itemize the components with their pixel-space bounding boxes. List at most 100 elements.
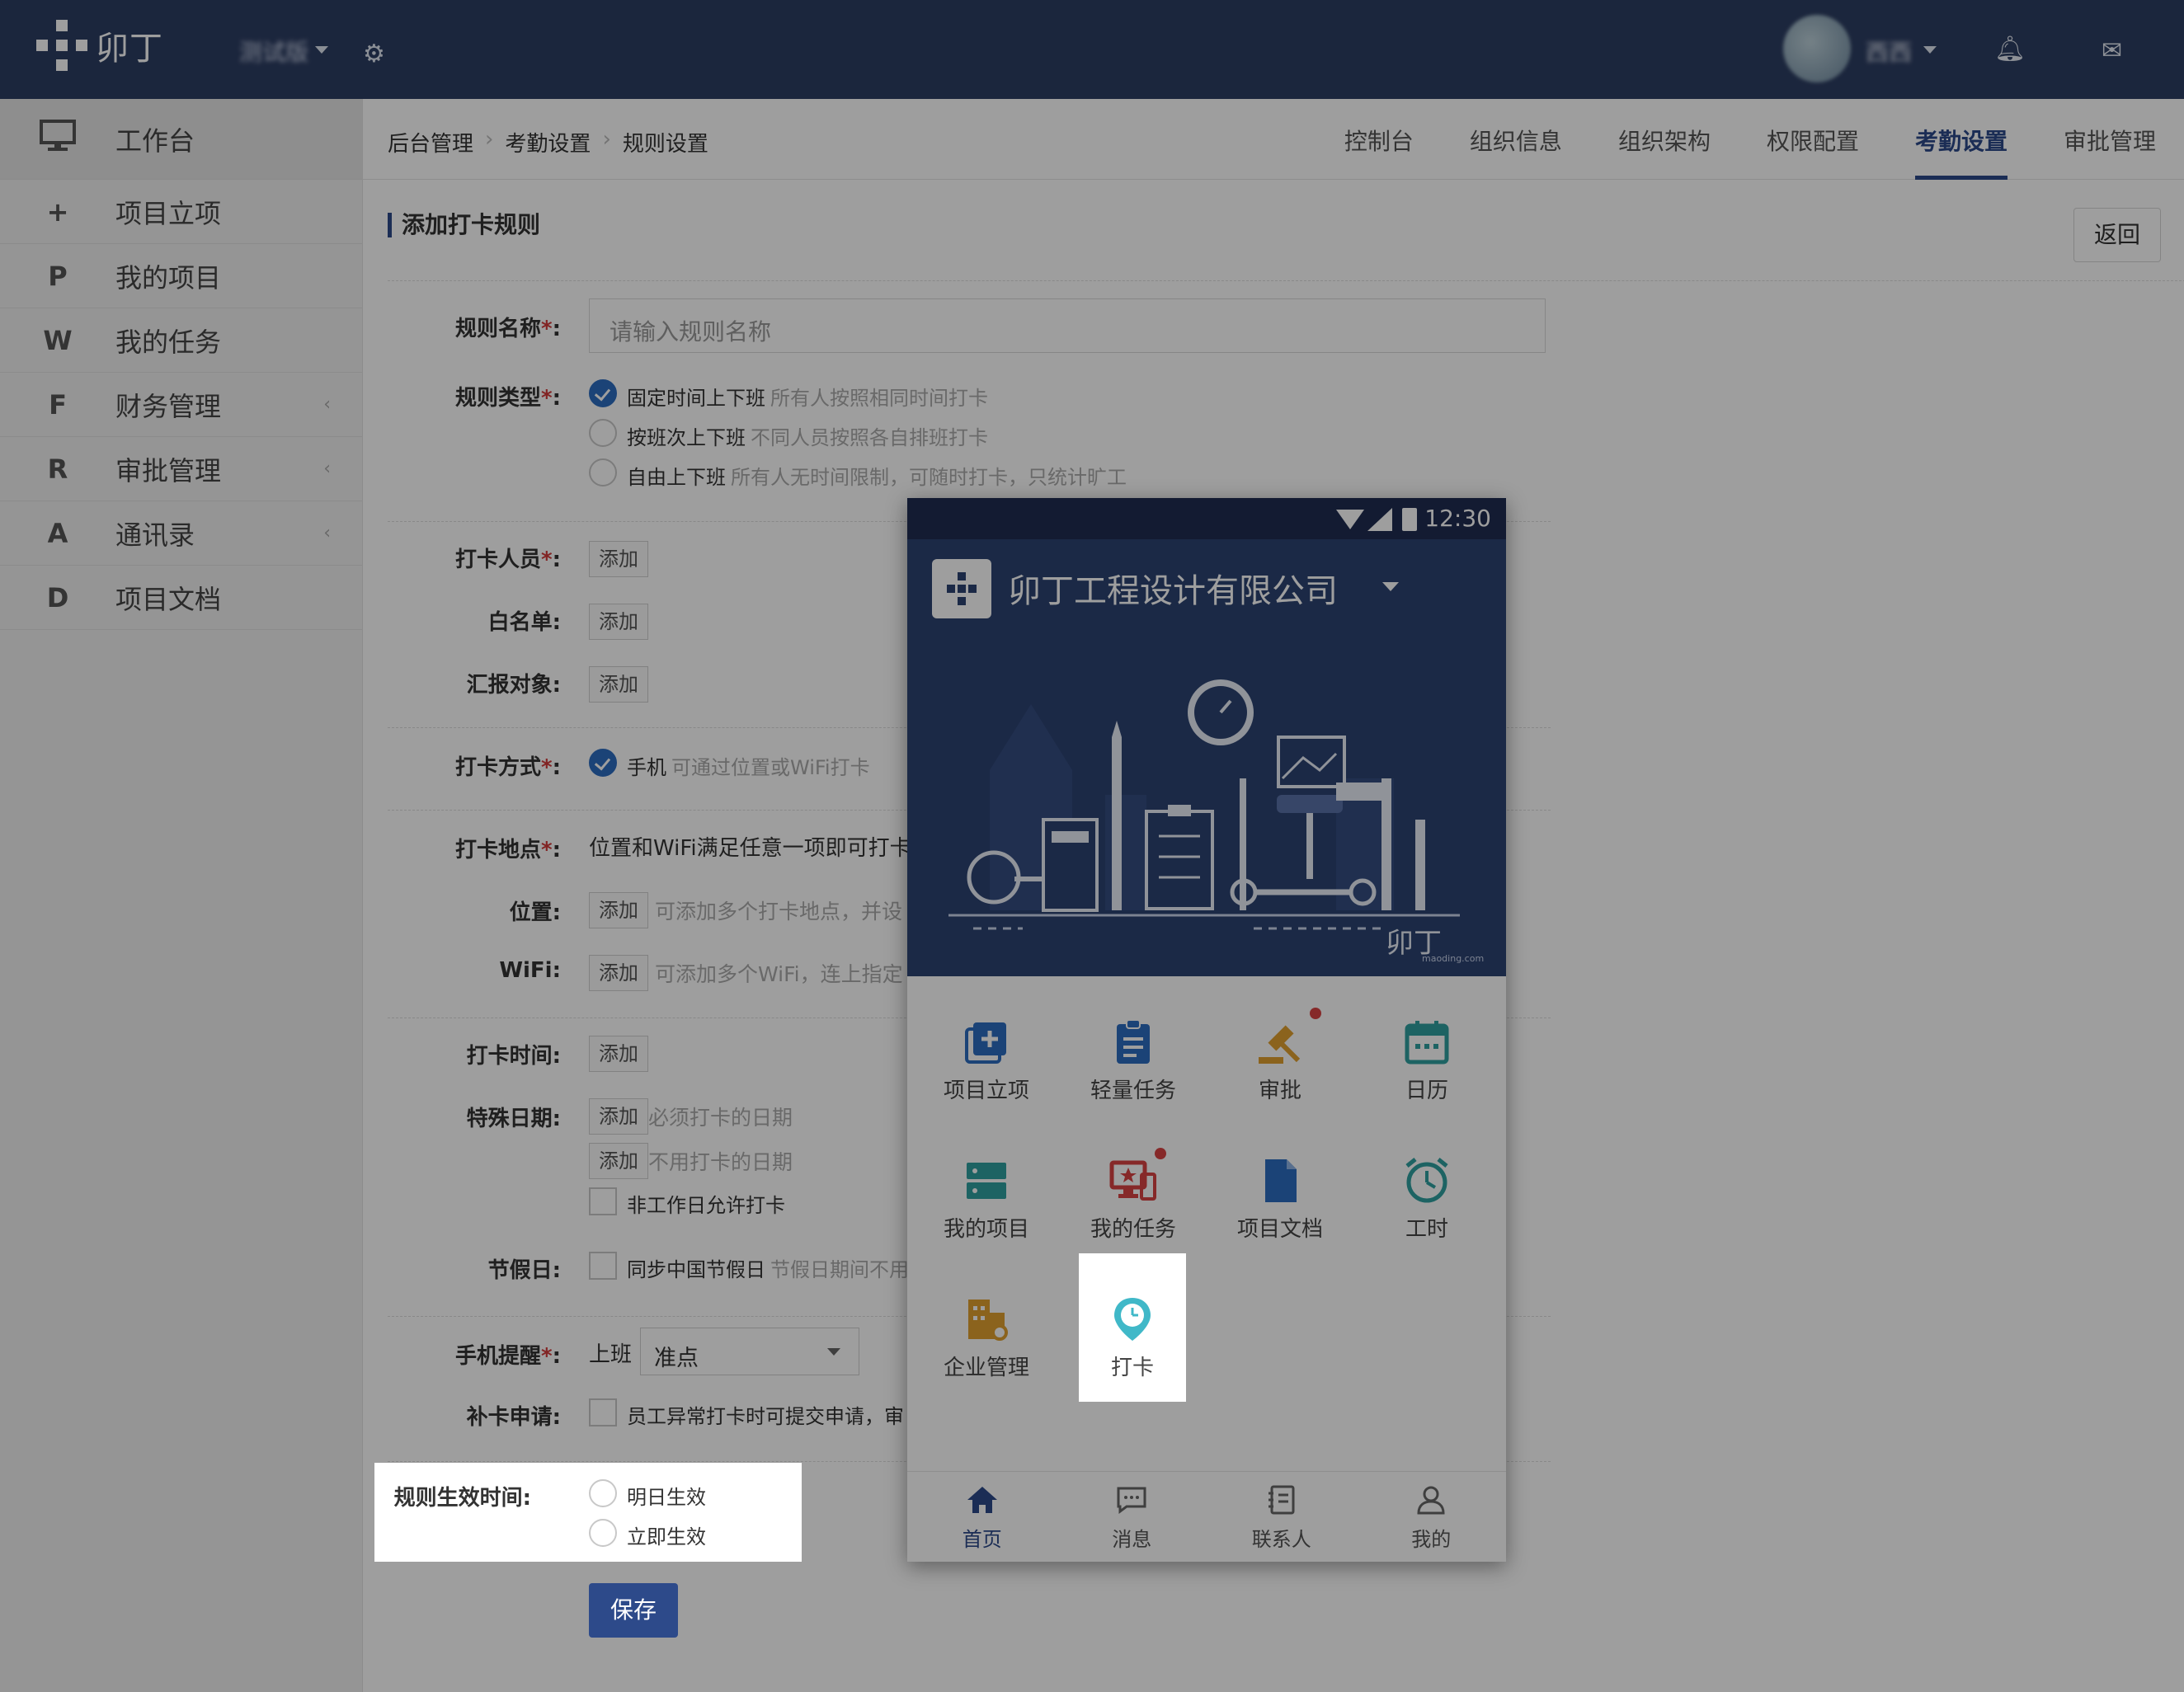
avatar[interactable] — [1783, 15, 1851, 82]
sidebar-item-my-projects[interactable]: P 我的项目 — [0, 244, 362, 308]
status-time: 12:30 — [1424, 505, 1491, 532]
app-grid: 项目立项 轻量任务 审批 日历 我的项目 我的任务 项目文档 工时 企业管理 打… — [907, 976, 1506, 1471]
rule-type-free-radio[interactable] — [589, 458, 617, 486]
sidebar-item-label: 项目文档 — [115, 583, 222, 615]
alarm-icon — [1402, 1156, 1452, 1206]
tab-console[interactable]: 控制台 — [1316, 99, 1442, 180]
app-light-task[interactable]: 轻量任务 — [1059, 976, 1207, 1108]
nav-home[interactable]: 首页 — [907, 1472, 1057, 1562]
app-enterprise[interactable]: 企业管理 — [912, 1253, 1061, 1385]
tab-org-info[interactable]: 组织信息 — [1442, 99, 1590, 180]
nav-profile[interactable]: 我的 — [1357, 1472, 1507, 1562]
save-button[interactable]: 保存 — [589, 1583, 678, 1638]
letter-w-icon: W — [43, 324, 73, 356]
effective-time-highlight: 规则生效时间: 明日生效 立即生效 — [374, 1463, 802, 1562]
tab-org-structure[interactable]: 组织架构 — [1590, 99, 1739, 180]
clock-time-label: 打卡时间: — [466, 1044, 561, 1069]
sidebar-item-documents[interactable]: D 项目文档 — [0, 566, 362, 630]
nav-label: 首页 — [962, 1528, 1002, 1551]
tab-attendance[interactable]: 考勤设置 — [1887, 99, 2036, 180]
rule-type-fixed-radio[interactable] — [589, 379, 617, 407]
sidebar-item-label: 我的项目 — [115, 261, 222, 294]
makeup-checkbox[interactable] — [589, 1398, 617, 1426]
bell-icon[interactable]: 🔔︎ — [1994, 35, 2026, 63]
company-name[interactable]: 卯丁工程设计有限公司 — [1008, 564, 1338, 612]
sidebar-item-label: 我的任务 — [115, 326, 222, 358]
app-label: 项目文档 — [1236, 1217, 1323, 1242]
rule-name-input[interactable]: 请输入规则名称 — [589, 298, 1546, 353]
org-dropdown-icon[interactable] — [315, 46, 328, 54]
gavel-icon — [1255, 1008, 1321, 1067]
mail-icon[interactable]: ✉ — [2102, 36, 2122, 65]
user-name[interactable]: 西西 — [1866, 35, 1912, 68]
company-dropdown-icon[interactable] — [1382, 582, 1399, 591]
breadcrumb-item[interactable]: 后台管理 — [388, 127, 473, 157]
effective-now-radio[interactable] — [589, 1519, 617, 1547]
holiday-sync-option: 同步中国节假日 节假日期间不用 — [627, 1258, 909, 1281]
sidebar-item-my-tasks[interactable]: W 我的任务 — [0, 308, 362, 373]
app-my-projects[interactable]: 我的项目 — [912, 1115, 1061, 1247]
breadcrumb-separator: › — [602, 127, 611, 152]
add-clock-people-button[interactable]: 添加 — [589, 541, 648, 577]
org-switcher[interactable]: 测试版 — [239, 35, 308, 68]
add-report-to-button[interactable]: 添加 — [589, 666, 648, 703]
rule-type-label: 规则类型*: — [454, 386, 561, 411]
clock-people-label: 打卡人员*: — [454, 548, 561, 572]
app-label: 打卡 — [1110, 1356, 1154, 1380]
breadcrumb-item[interactable]: 考勤设置 — [505, 127, 591, 157]
add-location-button[interactable]: 添加 — [589, 892, 648, 928]
user-dropdown-icon[interactable] — [1923, 46, 1937, 54]
letter-d-icon: D — [46, 581, 69, 613]
makeup-option: 员工异常打卡时可提交申请，审 — [627, 1405, 904, 1428]
add-wifi-button[interactable]: 添加 — [589, 955, 648, 991]
rule-type-free-option: 自由上下班 所有人无时间限制，可随时打卡，只统计旷工 — [627, 466, 1127, 489]
effective-tomorrow-radio[interactable] — [589, 1479, 617, 1507]
tab-permissions[interactable]: 权限配置 — [1739, 99, 1887, 180]
wifi-hint: 可添加多个WiFi，连上指定 — [655, 962, 903, 986]
makeup-label: 补卡申请: — [466, 1405, 561, 1430]
tab-approval[interactable]: 审批管理 — [2036, 99, 2184, 180]
add-exempt-date-button[interactable]: 添加 — [589, 1143, 648, 1179]
sidebar-item-project-setup[interactable]: + 项目立项 — [0, 180, 362, 244]
nav-contacts[interactable]: 联系人 — [1207, 1472, 1357, 1562]
add-whitelist-button[interactable]: 添加 — [589, 604, 648, 640]
app-project-setup[interactable]: 项目立项 — [912, 976, 1061, 1108]
calendar-icon — [1402, 1018, 1452, 1067]
home-icon — [907, 1483, 1057, 1523]
app-approval[interactable]: 审批 — [1206, 976, 1354, 1108]
clock-method-label: 打卡方式*: — [454, 755, 561, 780]
app-work-hours[interactable]: 工时 — [1353, 1115, 1501, 1247]
brand-name: 卯丁 — [96, 30, 163, 68]
app-project-docs[interactable]: 项目文档 — [1206, 1115, 1354, 1247]
phone-remind-label: 手机提醒*: — [454, 1344, 561, 1369]
clock-method-phone-check[interactable] — [589, 749, 617, 777]
app-label: 项目立项 — [943, 1079, 1029, 1103]
rule-type-shift-radio[interactable] — [589, 419, 617, 447]
plus-icon: + — [46, 195, 69, 228]
remind-prefix: 上班 — [589, 1342, 633, 1367]
sidebar-item-contacts[interactable]: A 通讯录 ‹ — [0, 501, 362, 566]
banner-site: maoding.com — [1422, 953, 1485, 964]
holiday-sync-checkbox[interactable] — [589, 1252, 617, 1280]
app-label: 日历 — [1405, 1079, 1448, 1103]
app-label: 我的任务 — [1090, 1217, 1176, 1242]
add-clock-time-button[interactable]: 添加 — [589, 1036, 648, 1072]
app-my-tasks[interactable]: 我的任务 — [1059, 1115, 1207, 1247]
app-label: 审批 — [1258, 1079, 1301, 1103]
sidebar-item-label: 审批管理 — [115, 454, 222, 486]
app-calendar[interactable]: 日历 — [1353, 976, 1501, 1108]
sidebar-item-approval[interactable]: R 审批管理 ‹ — [0, 437, 362, 501]
nonworkday-checkbox[interactable] — [589, 1187, 617, 1215]
logo-mark-icon — [36, 20, 87, 71]
app-clock-in[interactable]: 打卡 — [1079, 1253, 1186, 1385]
phone-mockup: 12:30 卯丁工程设计有限公司 卯丁 maoding.com 项目立项 轻量任… — [907, 498, 1506, 1562]
company-logo-icon — [932, 559, 991, 618]
sidebar-item-finance[interactable]: F 财务管理 ‹ — [0, 373, 362, 437]
remind-select[interactable]: 准点 — [640, 1328, 859, 1375]
add-required-date-button[interactable]: 添加 — [589, 1098, 648, 1135]
brand-logo[interactable]: 卯丁 — [36, 20, 163, 71]
back-button[interactable]: 返回 — [2073, 208, 2161, 262]
nav-messages[interactable]: 消息 — [1057, 1472, 1207, 1562]
gear-icon[interactable]: ⚙ — [363, 40, 385, 68]
sidebar-item-workbench[interactable]: 工作台 — [0, 99, 362, 180]
